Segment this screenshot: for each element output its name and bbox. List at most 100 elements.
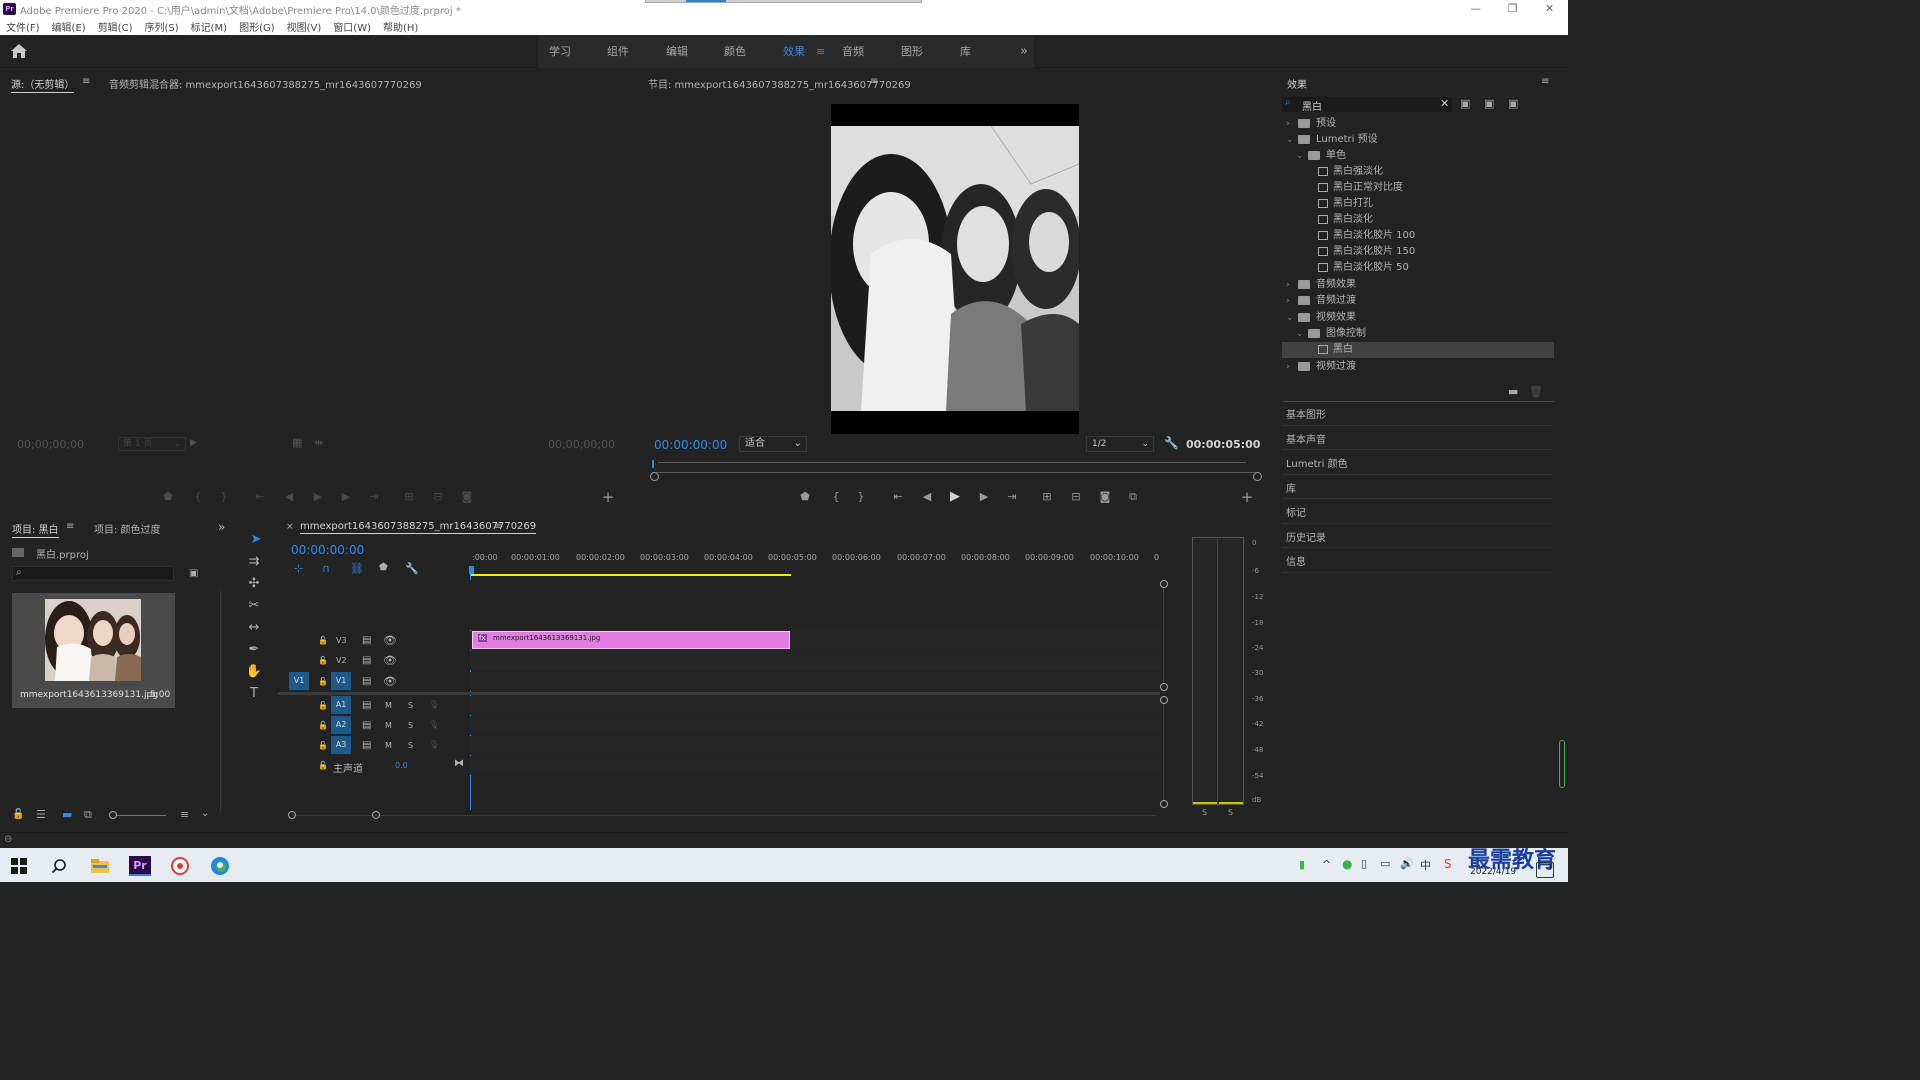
project-search-input[interactable]: ⌕ [12,566,174,581]
program-mark-in-icon[interactable]: { [828,490,844,503]
battery-icon[interactable]: ▮ [1299,858,1305,871]
tree-preset-item[interactable]: 黑白淡化胶片 100 [1282,228,1554,244]
program-marker-icon[interactable]: ⬟ [797,490,813,503]
selection-tool-icon[interactable]: ➤ [246,532,266,547]
usb-tray-icon[interactable]: ▯ [1361,857,1367,870]
source-playhead-timecode[interactable]: 00;00;00;00 [17,438,84,451]
master-track-lane[interactable] [470,756,1160,775]
lock-icon[interactable]: 🔓 [12,809,24,820]
program-mark-out-icon[interactable]: } [853,490,869,503]
eye-icon[interactable]: 👁 [383,654,397,667]
tree-mono[interactable]: ⌄ 单色 [1282,148,1554,164]
horizontal-zoom-handle-left[interactable] [288,811,296,819]
tab-project-active[interactable]: 项目: 黑白 [12,521,59,538]
source-marker-icon[interactable]: ⬟ [160,490,176,503]
meter-solo-right[interactable]: S [1228,808,1233,817]
effects-title[interactable]: 效果 [1287,76,1307,91]
panel-info[interactable]: 信息 [1286,553,1306,568]
track-v1-lane[interactable] [470,672,1160,691]
project-scrollbar[interactable] [220,591,221,811]
track-label-v2[interactable]: V2 [336,656,347,665]
insert-nested-icon[interactable]: ⊹ [294,562,303,575]
go-to-in-out-icon[interactable]: ⧓ [454,758,464,769]
source-zoom-icon[interactable]: ⇹ [314,436,323,449]
workspace-libraries[interactable]: 库 [960,35,971,68]
video-audio-divider[interactable] [278,692,1160,695]
source-play-icon[interactable]: ▶ [310,490,326,503]
program-fit-select[interactable]: 适合 ⌄ [739,436,807,452]
zoom-slider[interactable] [110,815,166,816]
sync-lock-icon[interactable]: ▤ [362,676,371,687]
tab-source-menu-icon[interactable]: ≡ [82,76,90,87]
sort-icon[interactable]: ≡ [180,808,189,821]
horizontal-scrollbar-track[interactable] [292,815,1156,816]
tree-preset-item[interactable]: 黑白淡化胶片 150 [1282,244,1554,260]
program-export-frame-icon[interactable]: ◙ [1097,490,1113,503]
slip-tool-icon[interactable]: ↔ [244,620,264,635]
menu-file[interactable]: 文件(F) [6,19,40,34]
tree-presets[interactable]: › 预设 [1282,116,1554,132]
tree-image-control[interactable]: ⌄ 图像控制 [1282,326,1554,342]
panel-lumetri-color[interactable]: Lumetri 颜色 [1286,455,1348,470]
menu-sequence[interactable]: 序列(S) [144,19,178,34]
horizontal-zoom-handle-right[interactable] [372,811,380,819]
zoom-slider-handle[interactable] [109,811,117,819]
eye-icon[interactable]: 👁 [383,675,397,688]
photo-app-icon[interactable] [169,856,191,876]
program-playhead[interactable] [652,460,654,468]
new-search-bin-icon[interactable]: ▣ [189,568,198,579]
premiere-taskbar-icon[interactable]: Pr [129,856,151,876]
source-patch-v1[interactable]: V1 [289,672,309,690]
mute-button[interactable]: M [385,721,392,730]
tree-lumetri-presets[interactable]: ⌄ Lumetri 预设 [1282,132,1554,148]
program-zoom-start-handle[interactable] [650,472,659,481]
menu-window[interactable]: 窗口(W) [333,19,371,34]
microphone-icon[interactable]: 🎙 [429,700,439,709]
microphone-icon[interactable]: 🎙 [429,740,439,749]
mute-button[interactable]: M [385,741,392,750]
source-overwrite-icon[interactable]: ⊟ [430,490,446,503]
linked-selection-icon[interactable]: ⛓ [350,562,364,575]
delete-icon[interactable]: 🗑 [1529,385,1543,398]
menu-view[interactable]: 视图(V) [287,19,322,34]
timeline-clip[interactable]: fx mmexport1643613369131.jpg [472,631,790,649]
sync-lock-icon[interactable]: ▤ [362,700,371,711]
tab-project-menu-icon[interactable]: ≡ [66,521,74,532]
home-icon[interactable] [10,43,28,59]
sync-lock-icon[interactable]: ▤ [362,635,371,646]
source-add-button-icon[interactable]: + [600,488,616,506]
program-play-icon[interactable]: ▶ [947,489,963,504]
track-a3-lane[interactable] [470,736,1160,755]
accelerated-effects-icon[interactable]: ▣ [1460,97,1470,110]
program-extract-icon[interactable]: ⊟ [1068,490,1084,503]
windows-start-icon[interactable] [8,856,30,876]
vertical-zoom-handle-top[interactable] [1160,580,1168,588]
timeline-empty-area[interactable] [470,580,1160,630]
source-mark-in-icon[interactable]: { [190,490,206,503]
solo-button[interactable]: S [408,741,413,750]
track-a2-lane[interactable] [470,716,1160,735]
track-v2-lane[interactable] [470,651,1160,670]
lock-icon[interactable]: 🔓 [318,701,328,710]
lock-icon[interactable]: 🔓 [318,636,328,645]
solo-button[interactable]: S [408,701,413,710]
workspace-graphics[interactable]: 图形 [901,35,923,68]
notification-icon[interactable]: 3 [1536,862,1554,878]
edge-browser-icon[interactable] [209,856,231,876]
tab-source[interactable]: 源:（无剪辑） [11,76,75,93]
maximize-button[interactable]: ❐ [1494,0,1531,18]
clear-search-icon[interactable]: ✕ [1440,97,1449,110]
source-go-to-out-icon[interactable]: ⇥ [366,490,382,503]
lock-icon[interactable]: 🔓 [318,656,328,665]
panel-essential-sound[interactable]: 基本声音 [1286,431,1326,446]
lock-icon[interactable]: 🔓 [318,741,328,750]
workspace-effects[interactable]: 效果 [783,35,805,68]
mute-button[interactable]: M [385,701,392,710]
tree-preset-item[interactable]: 黑白强淡化 [1282,164,1554,180]
menu-graphics[interactable]: 图形(G) [239,19,275,34]
hand-tool-icon[interactable]: ✋ [244,664,264,679]
workspace-color[interactable]: 颜色 [724,35,746,68]
tab-audio-clip-mixer[interactable]: 音频剪辑混合器: mmexport1643607388275_mr1643607… [109,76,422,91]
eye-icon[interactable]: 👁 [383,634,397,647]
program-menu-icon[interactable]: ≡ [870,76,878,87]
